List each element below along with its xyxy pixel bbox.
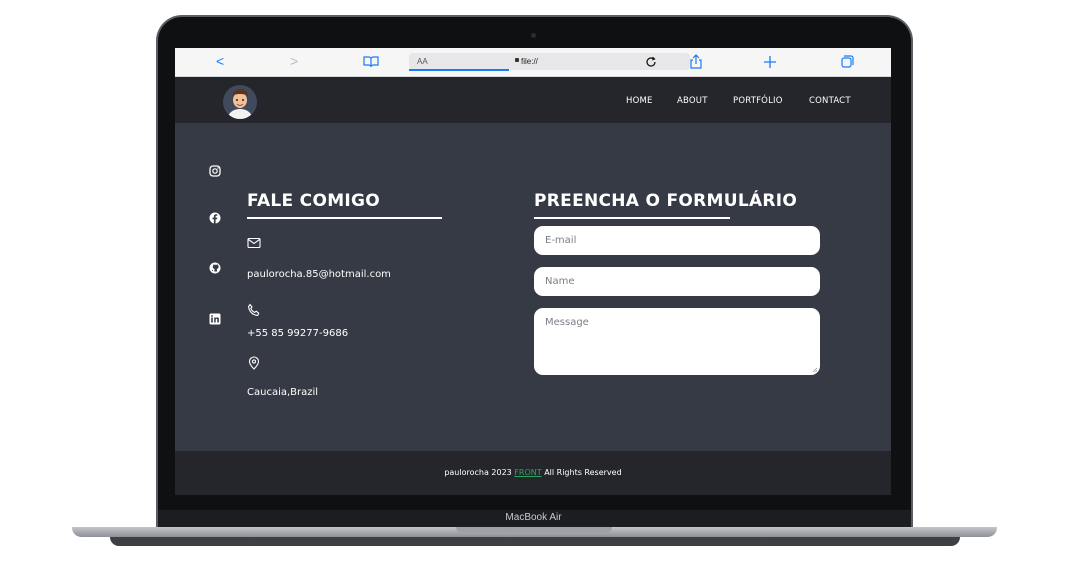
- instagram-icon[interactable]: [209, 165, 221, 177]
- name-placeholder: Name: [545, 276, 575, 287]
- contact-phone[interactable]: +55 85 99277-9686: [247, 328, 348, 339]
- form-title: PREENCHA O FORMULÁRIO: [534, 191, 798, 211]
- new-tab-icon[interactable]: [764, 56, 776, 68]
- message-field[interactable]: Message: [534, 308, 820, 375]
- contact-location: Caucaia,Brazil: [247, 387, 319, 398]
- laptop-base-shadow: [110, 537, 960, 546]
- lock-icon: [515, 58, 519, 62]
- email-placeholder: E-mail: [545, 235, 577, 246]
- contact-email[interactable]: paulorocha.85@hotmail.com: [247, 269, 391, 280]
- contact-title-underline: [247, 217, 442, 219]
- footer-prefix: paulorocha 2023: [444, 468, 512, 477]
- forward-button[interactable]: >: [290, 52, 298, 70]
- nav-about[interactable]: ABOUT: [677, 96, 708, 106]
- browser-toolbar: < > AA file://: [175, 48, 891, 77]
- contact-title: FALE COMIGO: [247, 191, 381, 211]
- form-title-underline: [534, 217, 730, 219]
- message-placeholder: Message: [545, 317, 589, 328]
- email-field[interactable]: E-mail: [534, 226, 820, 255]
- nav-home[interactable]: HOME: [626, 96, 653, 106]
- linkedin-icon[interactable]: [209, 313, 221, 325]
- back-button[interactable]: <: [216, 52, 224, 70]
- footer-text: paulorocha 2023 FRONT All Rights Reserve…: [175, 468, 891, 477]
- location-pin-icon: [248, 356, 260, 370]
- github-icon[interactable]: [209, 262, 221, 274]
- footer-front-link[interactable]: FRONT: [514, 468, 541, 477]
- camera-icon: [531, 33, 536, 38]
- mail-icon: [247, 237, 261, 249]
- site-navbar: [175, 77, 891, 123]
- load-progress-bar: [409, 69, 509, 71]
- avatar[interactable]: [223, 85, 257, 119]
- reader-aa-button[interactable]: AA: [417, 57, 428, 66]
- nav-portfolio[interactable]: PORTFÓLIO: [733, 96, 783, 106]
- share-icon[interactable]: [690, 54, 702, 69]
- phone-icon: [248, 303, 260, 316]
- facebook-icon[interactable]: [209, 212, 221, 224]
- screen: < > AA file:// HOME ABOUT PORTFÓLIO CONT…: [175, 48, 891, 495]
- name-field[interactable]: Name: [534, 267, 820, 296]
- resize-handle-icon[interactable]: [812, 367, 818, 373]
- address-url: file://: [521, 57, 538, 66]
- site-footer: paulorocha 2023 FRONT All Rights Reserve…: [175, 451, 891, 495]
- footer-suffix: All Rights Reserved: [544, 468, 622, 477]
- bookmarks-icon[interactable]: [363, 56, 379, 68]
- tabs-overview-icon[interactable]: [841, 55, 854, 68]
- reload-icon[interactable]: [645, 56, 657, 68]
- device-label: MacBook Air: [505, 512, 562, 523]
- laptop-notch: [456, 527, 612, 533]
- nav-contact[interactable]: CONTACT: [809, 96, 851, 106]
